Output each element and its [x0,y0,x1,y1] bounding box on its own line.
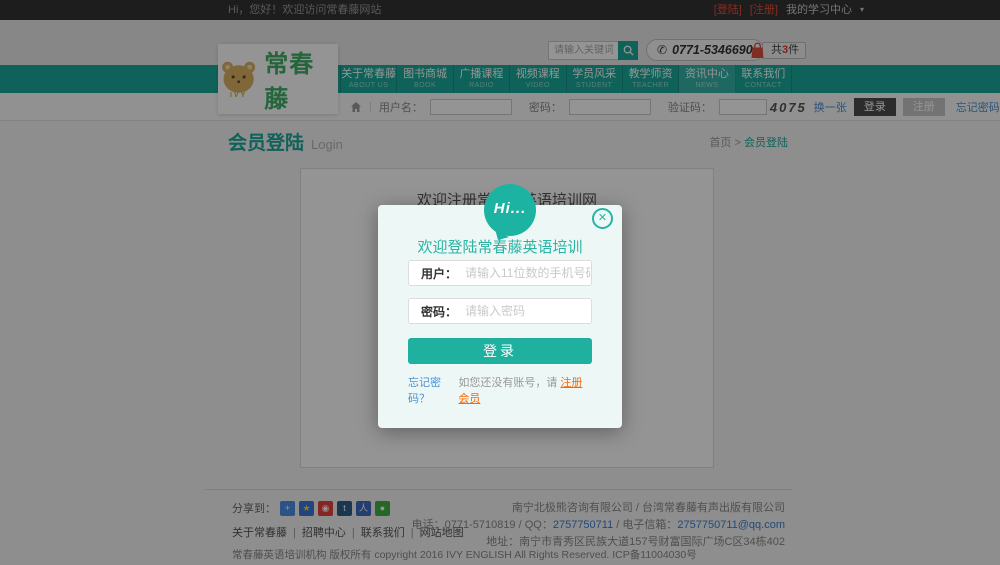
modal-login-button[interactable]: 登录 [408,338,592,364]
close-icon[interactable]: ✕ [592,208,613,229]
user-input[interactable] [465,266,591,280]
modal-user-field: 用户： [408,260,592,286]
no-account-prefix: 如您还没有账号，请 [458,377,560,389]
modal-password-field: 密码： [408,298,592,324]
user-label: 用户： [421,265,457,282]
login-modal: Hi... ✕ 欢迎登陆常春藤英语培训 用户： 密码： 登录 忘记密码？ 如您还… [378,205,622,428]
modal-links: 忘记密码？ 如您还没有账号，请 注册会员 [408,374,592,406]
no-account-text: 如您还没有账号，请 注册会员 [458,374,592,406]
forgot-password-link[interactable]: 忘记密码？ [408,374,458,406]
hi-speech-bubble: Hi... [484,184,536,236]
password-label: 密码： [421,303,457,320]
password-input[interactable] [465,304,591,318]
